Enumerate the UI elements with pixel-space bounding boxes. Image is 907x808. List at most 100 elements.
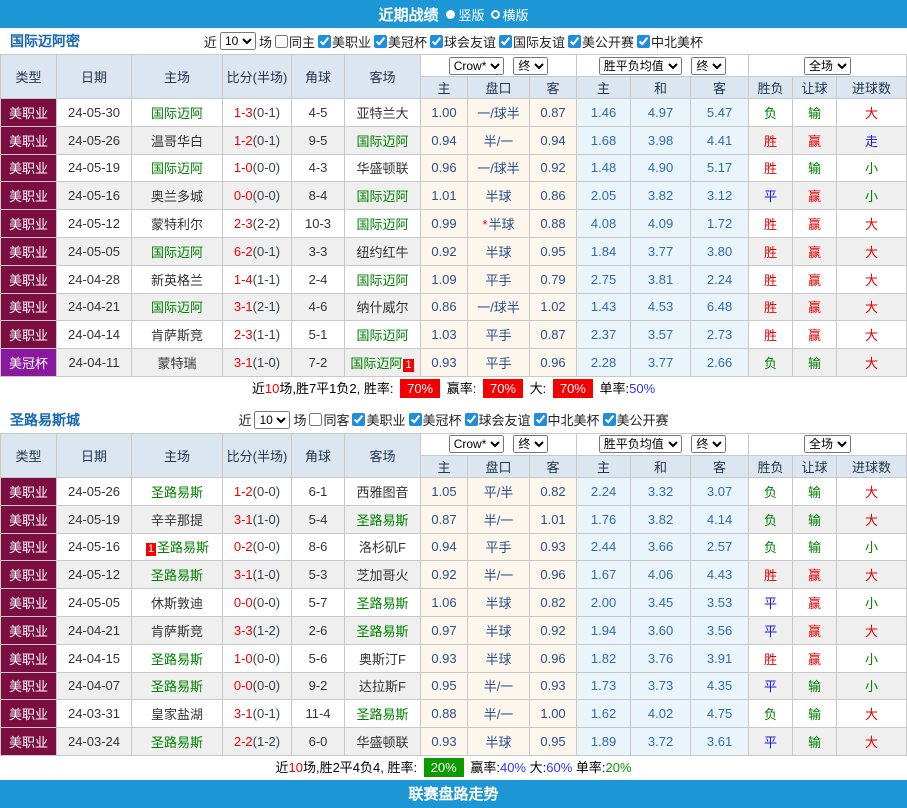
match-type: 美职业 (1, 728, 57, 756)
odds-stage-select[interactable]: 终 (513, 57, 548, 75)
odds-away: 0.87 (530, 321, 577, 349)
home-team-name: 奥兰多城 (151, 189, 203, 204)
radio-unselected-icon[interactable] (491, 10, 500, 19)
value-stage-select[interactable]: 终 (691, 57, 726, 75)
filter-美冠杯[interactable]: 美冠杯 (409, 410, 462, 429)
filter-checkbox[interactable] (318, 35, 331, 48)
filter-checkbox[interactable] (374, 35, 387, 48)
filter-checkbox[interactable] (603, 413, 616, 426)
halftime-score: (0-0) (253, 651, 280, 666)
filter-美公开赛[interactable]: 美公开赛 (603, 410, 669, 429)
filter-checkbox[interactable] (430, 35, 443, 48)
filter-checkbox[interactable] (465, 413, 478, 426)
value-away: 4.35 (691, 672, 749, 700)
odds-home: 0.93 (421, 349, 468, 377)
filter-国际友谊[interactable]: 国际友谊 (499, 32, 565, 51)
corner-score: 5-7 (292, 589, 345, 617)
match-score: 2-3(2-2) (223, 210, 292, 238)
corner-score: 6-0 (292, 728, 345, 756)
odds-away: 0.96 (530, 561, 577, 589)
match-type: 美职业 (1, 182, 57, 210)
filter-checkbox[interactable] (409, 413, 422, 426)
value-type-select[interactable]: 胜平负均值 (599, 57, 682, 75)
match-date: 24-04-21 (57, 293, 132, 321)
value-away: 2.66 (691, 349, 749, 377)
halftime-score: (0-0) (253, 484, 280, 499)
filter-美职业[interactable]: 美职业 (352, 410, 405, 429)
filter-同客[interactable]: 同客 (309, 410, 349, 429)
value-home: 1.84 (577, 237, 631, 265)
filter-中北美杯[interactable]: 中北美杯 (534, 410, 600, 429)
value-away: 5.17 (691, 154, 749, 182)
filter-label: 美公开赛 (617, 410, 669, 429)
filter-label: 美职业 (366, 410, 405, 429)
scope-select[interactable]: 全场 (804, 57, 851, 75)
result-wdl: 平 (749, 589, 793, 617)
games-count-select[interactable]: 10 (254, 411, 290, 429)
odds-line: 半球 (468, 237, 530, 265)
odds-company-select[interactable]: Crow* (449, 435, 504, 453)
value-away: 4.43 (691, 561, 749, 589)
result-goals: 大 (837, 349, 907, 377)
home-team-cell: 圣路易斯 (132, 672, 223, 700)
away-team-name: 西雅图音 (356, 485, 408, 500)
filter-美冠杯[interactable]: 美冠杯 (374, 32, 427, 51)
filter-checkbox[interactable] (534, 413, 547, 426)
home-team-cell: 1圣路易斯 (132, 533, 223, 561)
filter-美公开赛[interactable]: 美公开赛 (568, 32, 634, 51)
col-header-result-wdl: 胜负 (749, 77, 793, 99)
filter-checkbox[interactable] (275, 35, 288, 48)
filter-中北美杯[interactable]: 中北美杯 (637, 32, 703, 51)
team-name: 国际迈阿密 (10, 31, 80, 51)
home-team-name: 辛辛那提 (151, 513, 203, 528)
filter-checkbox[interactable] (568, 35, 581, 48)
filter-checkbox[interactable] (352, 413, 365, 426)
away-team-cell: 圣路易斯 (345, 505, 421, 533)
layout-horizontal-label: 横版 (503, 5, 529, 24)
odds-selects-cell: Crow* 终 (421, 55, 577, 77)
odds-home: 0.94 (421, 533, 468, 561)
odds-home: 0.93 (421, 728, 468, 756)
away-team-name: 圣路易斯 (356, 707, 408, 722)
filter-同主[interactable]: 同主 (275, 32, 315, 51)
away-team-cell: 西雅图音 (345, 477, 421, 505)
filter-checkbox[interactable] (637, 35, 650, 48)
match-date: 24-04-07 (57, 672, 132, 700)
away-team-name: 华盛顿联 (356, 161, 408, 176)
odds-line: 平手 (468, 265, 530, 293)
away-team-cell: 国际迈阿 (345, 265, 421, 293)
result-handicap: 赢 (793, 589, 837, 617)
result-wdl: 胜 (749, 265, 793, 293)
value-type-select[interactable]: 胜平负均值 (599, 435, 682, 453)
filter-row: 圣路易斯城 近 10 场 同客美职业美冠杯球会友谊中北美杯美公开赛 (0, 407, 907, 433)
games-count-select[interactable]: 10 (220, 32, 256, 50)
filter-label: 美职业 (332, 32, 371, 51)
col-header-value-draw: 和 (631, 455, 691, 477)
match-date: 24-05-16 (57, 182, 132, 210)
result-goals: 大 (837, 293, 907, 321)
odds-company-select[interactable]: Crow* (449, 57, 504, 75)
filter-球会友谊[interactable]: 球会友谊 (465, 410, 531, 429)
match-date: 24-05-12 (57, 561, 132, 589)
home-team-cell: 国际迈阿 (132, 293, 223, 321)
layout-option-horizontal[interactable]: 横版 (491, 5, 529, 24)
layout-option-vertical[interactable]: 竖版 (446, 5, 484, 24)
odds-line: 半球 (468, 589, 530, 617)
result-goals: 小 (837, 182, 907, 210)
col-header-result-wdl: 胜负 (749, 455, 793, 477)
filter-球会友谊[interactable]: 球会友谊 (430, 32, 496, 51)
corner-score: 7-2 (292, 349, 345, 377)
result-handicap: 赢 (793, 616, 837, 644)
match-score: 1-0(0-0) (223, 644, 292, 672)
radio-selected-icon[interactable] (446, 10, 455, 19)
col-header-result-goals: 进球数 (837, 455, 907, 477)
filter-checkbox[interactable] (499, 35, 512, 48)
home-team-cell: 肯萨斯竞 (132, 321, 223, 349)
odds-stage-select[interactable]: 终 (513, 435, 548, 453)
filter-美职业[interactable]: 美职业 (318, 32, 371, 51)
filter-label: 同客 (323, 410, 349, 429)
scope-select[interactable]: 全场 (804, 435, 851, 453)
value-stage-select[interactable]: 终 (691, 435, 726, 453)
filter-checkbox[interactable] (309, 413, 322, 426)
corner-score: 5-6 (292, 644, 345, 672)
